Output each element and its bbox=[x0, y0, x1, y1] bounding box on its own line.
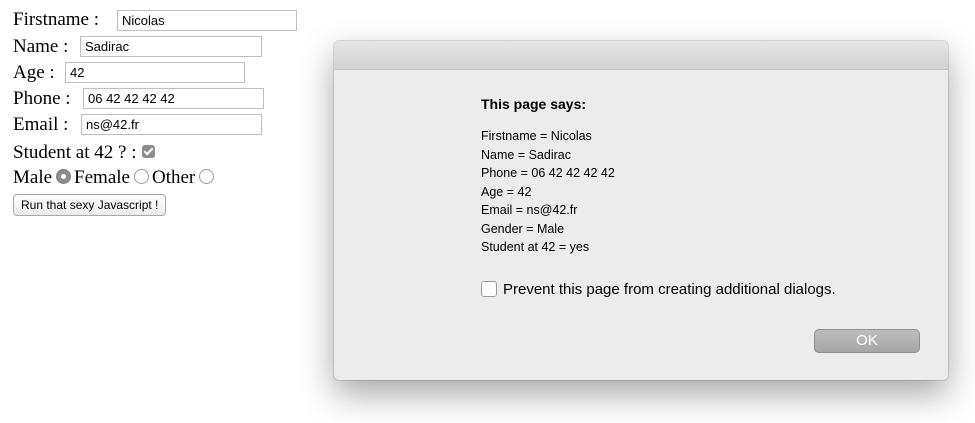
dialog-titlebar[interactable] bbox=[334, 41, 948, 70]
firstname-label: Firstname : bbox=[13, 8, 100, 30]
email-row: Email : bbox=[13, 113, 68, 136]
firstname-input[interactable]: Nicolas bbox=[117, 10, 297, 31]
female-radio[interactable] bbox=[133, 169, 149, 185]
phone-input[interactable]: 06 42 42 42 42 bbox=[83, 88, 264, 109]
student-row: Student at 42 ? : bbox=[13, 141, 156, 164]
other-label: Other bbox=[151, 166, 196, 188]
gender-row: Male Female Other bbox=[13, 166, 217, 189]
email-label: Email : bbox=[13, 113, 69, 135]
prevent-dialogs-option[interactable]: Prevent this page from creating addition… bbox=[481, 281, 836, 298]
email-input[interactable]: ns@42.fr bbox=[81, 114, 262, 135]
ok-button[interactable]: OK bbox=[814, 329, 920, 353]
prevent-dialogs-checkbox[interactable] bbox=[481, 281, 497, 298]
dialog-title: This page says: bbox=[481, 96, 587, 112]
age-row: Age : bbox=[13, 61, 55, 84]
male-label: Male bbox=[13, 166, 53, 188]
male-radio[interactable] bbox=[56, 169, 72, 185]
student-label: Student at 42 ? : bbox=[13, 141, 137, 163]
name-label: Name : bbox=[13, 35, 69, 57]
firstname-row: Firstname : bbox=[13, 8, 99, 31]
alert-dialog: This page says: Firstname = Nicolas Name… bbox=[334, 41, 948, 380]
run-javascript-button[interactable]: Run that sexy Javascript ! bbox=[13, 194, 167, 216]
age-input[interactable]: 42 bbox=[65, 62, 245, 83]
student-checkbox[interactable] bbox=[142, 145, 156, 159]
female-label: Female bbox=[74, 166, 130, 188]
prevent-dialogs-label: Prevent this page from creating addition… bbox=[503, 281, 836, 298]
name-input[interactable]: Sadirac bbox=[80, 36, 262, 57]
phone-label: Phone : bbox=[13, 87, 71, 109]
other-radio[interactable] bbox=[199, 169, 215, 185]
phone-row: Phone : bbox=[13, 87, 71, 110]
name-row: Name : bbox=[13, 35, 68, 58]
dialog-message: Firstname = Nicolas Name = Sadirac Phone… bbox=[481, 129, 615, 254]
age-label: Age : bbox=[13, 61, 55, 83]
